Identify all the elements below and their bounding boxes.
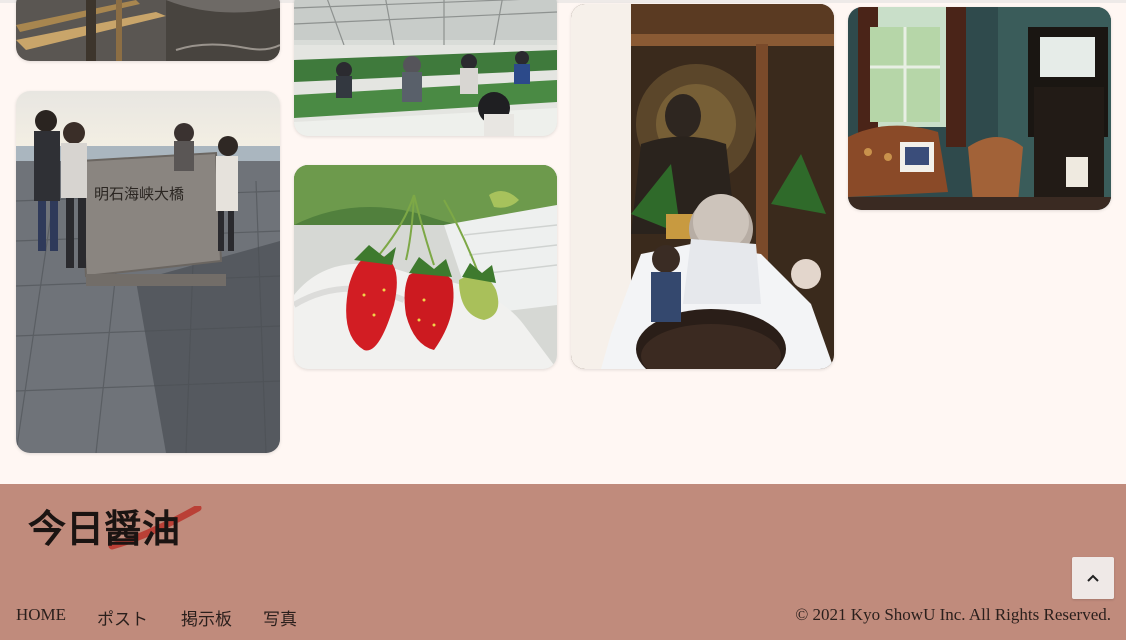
chevron-up-icon bbox=[1087, 574, 1099, 582]
nav-posts-link[interactable]: ポスト bbox=[97, 605, 148, 630]
nav-home-link[interactable]: HOME bbox=[16, 605, 66, 625]
strawberries-in-hand-photo[interactable] bbox=[294, 165, 557, 369]
nav-board-link[interactable]: 掲示板 bbox=[181, 605, 232, 630]
photo-gallery: 明石海峡大橋 bbox=[0, 0, 1126, 484]
back-to-top-button[interactable] bbox=[1072, 557, 1114, 599]
great-buddha-photo[interactable] bbox=[571, 4, 834, 369]
monument-sign-text: 明石海峡大橋 bbox=[94, 185, 184, 203]
victorian-parlor-photo[interactable] bbox=[848, 7, 1111, 210]
site-logo[interactable]: 今日醤油 bbox=[28, 504, 228, 552]
logo-text: 今日醤油 bbox=[28, 507, 180, 551]
bridge-cable-photo[interactable] bbox=[16, 0, 280, 61]
akashi-bridge-monument-photo[interactable]: 明石海峡大橋 bbox=[16, 91, 280, 453]
nav-photos-link[interactable]: 写真 bbox=[263, 605, 297, 630]
strawberry-greenhouse-photo[interactable] bbox=[294, 0, 557, 136]
copyright-text: © 2021 Kyo ShowU Inc. All Rights Reserve… bbox=[795, 605, 1111, 624]
